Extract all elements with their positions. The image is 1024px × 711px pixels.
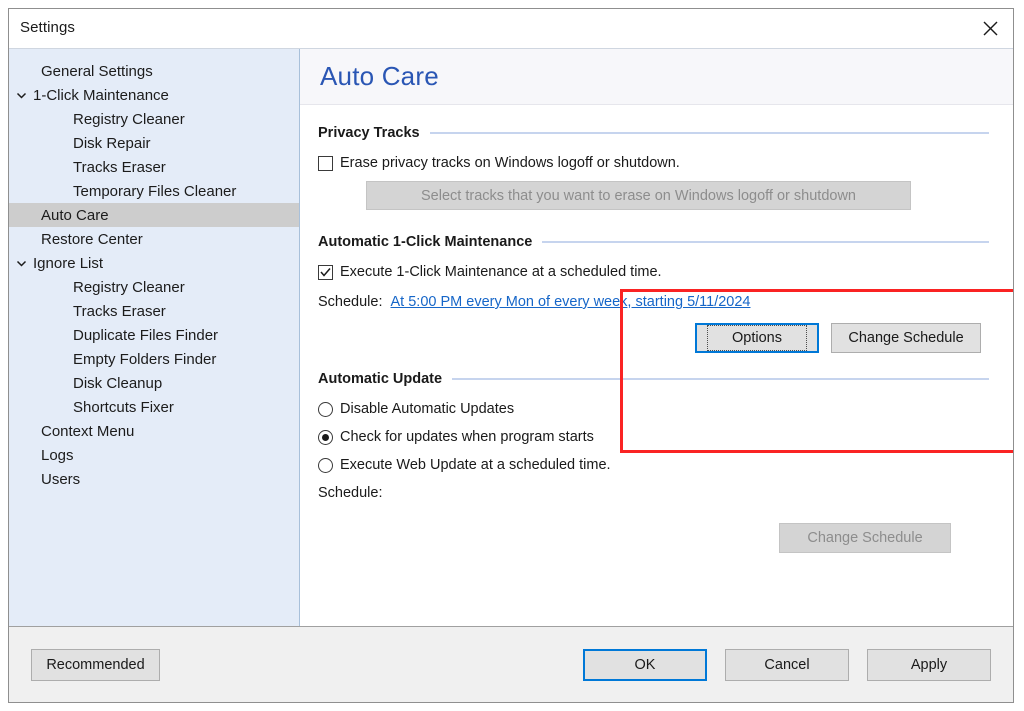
automatic-maintenance-group: Automatic 1-Click Maintenance Execute 1-… — [318, 232, 995, 353]
close-icon[interactable] — [967, 9, 1013, 48]
execute-maintenance-checkbox[interactable] — [318, 265, 333, 280]
sidebar-item-label: General Settings — [41, 63, 153, 80]
group-divider — [430, 132, 989, 134]
sidebar-item-duplicate-files-finder[interactable]: Duplicate Files Finder — [9, 323, 299, 347]
apply-button[interactable]: Apply — [867, 649, 991, 681]
recommended-button[interactable]: Recommended — [31, 649, 160, 681]
update-option-radio[interactable] — [318, 458, 333, 473]
content-inner: Privacy Tracks Erase privacy tracks on W… — [300, 123, 1013, 553]
erase-privacy-tracks-row[interactable]: Erase privacy tracks on Windows logoff o… — [318, 155, 995, 171]
update-option-label: Execute Web Update at a scheduled time. — [340, 457, 611, 473]
settings-dialog: Settings General Settings 1-Click Mainten… — [0, 0, 1024, 711]
automatic-maintenance-header: Automatic 1-Click Maintenance — [318, 232, 995, 252]
group-divider — [452, 378, 989, 380]
options-button[interactable]: Options — [695, 323, 819, 353]
cancel-button[interactable]: Cancel — [725, 649, 849, 681]
execute-maintenance-label: Execute 1-Click Maintenance at a schedul… — [340, 264, 662, 280]
page-header: Auto Care — [300, 49, 1013, 105]
sidebar-item-users[interactable]: Users — [9, 467, 299, 491]
sidebar-item-label: 1-Click Maintenance — [33, 87, 169, 104]
sidebar-item-auto-care[interactable]: Auto Care — [9, 203, 299, 227]
select-tracks-button[interactable]: Select tracks that you want to erase on … — [366, 181, 911, 210]
sidebar-item-label: Registry Cleaner — [73, 111, 185, 128]
sidebar-item-logs[interactable]: Logs — [9, 443, 299, 467]
sidebar-item-label: Empty Folders Finder — [73, 351, 216, 368]
sidebar-item-disk-repair[interactable]: Disk Repair — [9, 131, 299, 155]
sidebar-item-label: Tracks Eraser — [73, 159, 166, 176]
update-option-label: Check for updates when program starts — [340, 429, 594, 445]
sidebar-item-label: Context Menu — [41, 423, 134, 440]
maintenance-schedule-row: Schedule: At 5:00 PM every Mon of every … — [318, 294, 995, 310]
maintenance-schedule-label: Schedule: — [318, 294, 383, 310]
sidebar-item-label: Logs — [41, 447, 74, 464]
update-schedule-row: Schedule: — [318, 485, 995, 501]
window-title: Settings — [20, 19, 75, 36]
change-schedule-button-update[interactable]: Change Schedule — [779, 523, 951, 553]
erase-privacy-tracks-checkbox[interactable] — [318, 156, 333, 171]
automatic-update-options[interactable]: Disable Automatic Updates Check for updat… — [318, 401, 995, 473]
dialog-body: General Settings 1-Click Maintenance Regis… — [9, 48, 1013, 626]
group-divider — [542, 241, 989, 243]
chevron-down-icon[interactable] — [9, 258, 33, 269]
page-title: Auto Care — [320, 61, 439, 92]
update-option-row[interactable]: Check for updates when program starts — [318, 429, 995, 445]
sidebar-item-tracks-eraser[interactable]: Tracks Eraser — [9, 299, 299, 323]
sidebar-item-label: Tracks Eraser — [73, 303, 166, 320]
privacy-tracks-group: Privacy Tracks Erase privacy tracks on W… — [318, 123, 995, 210]
sidebar-item-context-menu[interactable]: Context Menu — [9, 419, 299, 443]
ok-button[interactable]: OK — [583, 649, 707, 681]
sidebar-item-ignore-list[interactable]: Ignore List — [9, 251, 299, 275]
update-option-radio[interactable] — [318, 402, 333, 417]
sidebar-item-label: Ignore List — [33, 255, 103, 272]
sidebar-item-label: Disk Repair — [73, 135, 151, 152]
options-button-label: Options — [707, 325, 807, 351]
title-bar: Settings — [9, 9, 1013, 48]
sidebar-item-label: Auto Care — [41, 207, 109, 224]
update-option-radio[interactable] — [318, 430, 333, 445]
privacy-tracks-header: Privacy Tracks — [318, 123, 995, 143]
sidebar-item-label: Disk Cleanup — [73, 375, 162, 392]
automatic-maintenance-title: Automatic 1-Click Maintenance — [318, 234, 542, 250]
automatic-update-header: Automatic Update — [318, 369, 995, 389]
update-option-label: Disable Automatic Updates — [340, 401, 514, 417]
sidebar-item-registry-cleaner[interactable]: Registry Cleaner — [9, 107, 299, 131]
erase-privacy-tracks-label: Erase privacy tracks on Windows logoff o… — [340, 155, 680, 171]
sidebar-item-restore-center[interactable]: Restore Center — [9, 227, 299, 251]
sidebar-item-empty-folders-finder[interactable]: Empty Folders Finder — [9, 347, 299, 371]
sidebar-item-label: Restore Center — [41, 231, 143, 248]
settings-content-pane: Auto Care Privacy Tracks Erase privacy t… — [300, 49, 1013, 626]
sidebar-item-general-settings[interactable]: General Settings — [9, 59, 299, 83]
update-option-row[interactable]: Execute Web Update at a scheduled time. — [318, 457, 995, 473]
sidebar-item-tracks-eraser[interactable]: Tracks Eraser — [9, 155, 299, 179]
sidebar-item-label: Registry Cleaner — [73, 279, 185, 296]
radio-selected-dot — [322, 434, 329, 441]
sidebar-item-1-click-maintenance[interactable]: 1-Click Maintenance — [9, 83, 299, 107]
sidebar-item-shortcuts-fixer[interactable]: Shortcuts Fixer — [9, 395, 299, 419]
sidebar-item-label: Shortcuts Fixer — [73, 399, 174, 416]
privacy-tracks-title: Privacy Tracks — [318, 125, 430, 141]
sidebar-item-disk-cleanup[interactable]: Disk Cleanup — [9, 371, 299, 395]
footer-actions: OK Cancel Apply — [583, 649, 991, 681]
update-option-row[interactable]: Disable Automatic Updates — [318, 401, 995, 417]
settings-window: Settings General Settings 1-Click Mainten… — [8, 8, 1014, 703]
sidebar-item-label: Temporary Files Cleaner — [73, 183, 236, 200]
dialog-footer: Recommended OK Cancel Apply — [9, 626, 1013, 702]
automatic-update-title: Automatic Update — [318, 371, 452, 387]
sidebar-item-label: Duplicate Files Finder — [73, 327, 218, 344]
chevron-down-icon[interactable] — [9, 90, 33, 101]
sidebar-item-temporary-files-cleaner[interactable]: Temporary Files Cleaner — [9, 179, 299, 203]
maintenance-schedule-link[interactable]: At 5:00 PM every Mon of every week, star… — [391, 294, 751, 310]
settings-navigation-tree[interactable]: General Settings 1-Click Maintenance Regis… — [9, 49, 300, 626]
automatic-update-group: Automatic Update Disable Automatic Updat… — [318, 369, 995, 553]
update-schedule-label: Schedule: — [318, 485, 383, 501]
sidebar-item-label: Users — [41, 471, 80, 488]
change-schedule-button-maintenance[interactable]: Change Schedule — [831, 323, 981, 353]
maintenance-button-row: Options Change Schedule — [318, 323, 995, 353]
update-button-row: Change Schedule — [318, 523, 995, 553]
sidebar-item-registry-cleaner[interactable]: Registry Cleaner — [9, 275, 299, 299]
execute-maintenance-row[interactable]: Execute 1-Click Maintenance at a schedul… — [318, 264, 995, 280]
